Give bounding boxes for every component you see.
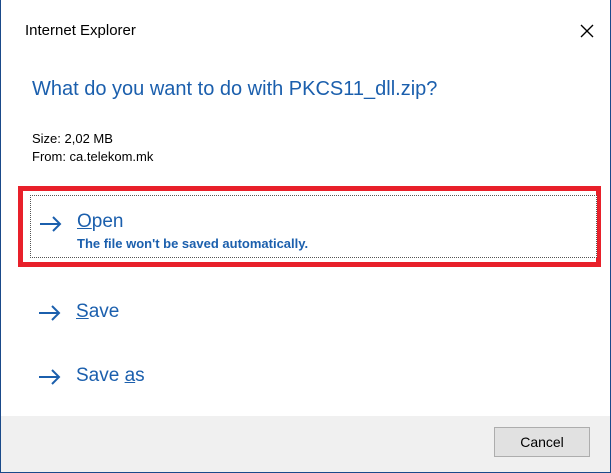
save-as-option[interactable]: Save as [30, 355, 597, 399]
download-dialog: Internet Explorer What do you want to do… [0, 0, 611, 473]
save-option[interactable]: Save [30, 291, 597, 335]
arrow-right-icon [40, 216, 62, 232]
arrow-right-icon [39, 369, 61, 385]
open-option-label: Open [77, 211, 124, 232]
file-source-text: From: ca.telekom.mk [32, 149, 154, 164]
download-question: What do you want to do with PKCS11_dll.z… [32, 78, 438, 100]
open-option-description: The file won't be saved automatically. [77, 236, 309, 251]
file-size-text: Size: 2,02 MB [32, 131, 113, 146]
save-option-label: Save [76, 301, 120, 322]
dialog-footer: Cancel [1, 416, 610, 472]
close-icon [580, 24, 594, 38]
title-bar: Internet Explorer [1, 0, 610, 62]
cancel-button[interactable]: Cancel [494, 427, 590, 457]
save-as-option-label: Save as [76, 365, 145, 386]
arrow-right-icon [39, 305, 61, 321]
open-option[interactable]: Open The file won't be saved automatical… [30, 195, 597, 258]
window-title: Internet Explorer [25, 22, 136, 39]
close-button[interactable] [572, 16, 602, 46]
